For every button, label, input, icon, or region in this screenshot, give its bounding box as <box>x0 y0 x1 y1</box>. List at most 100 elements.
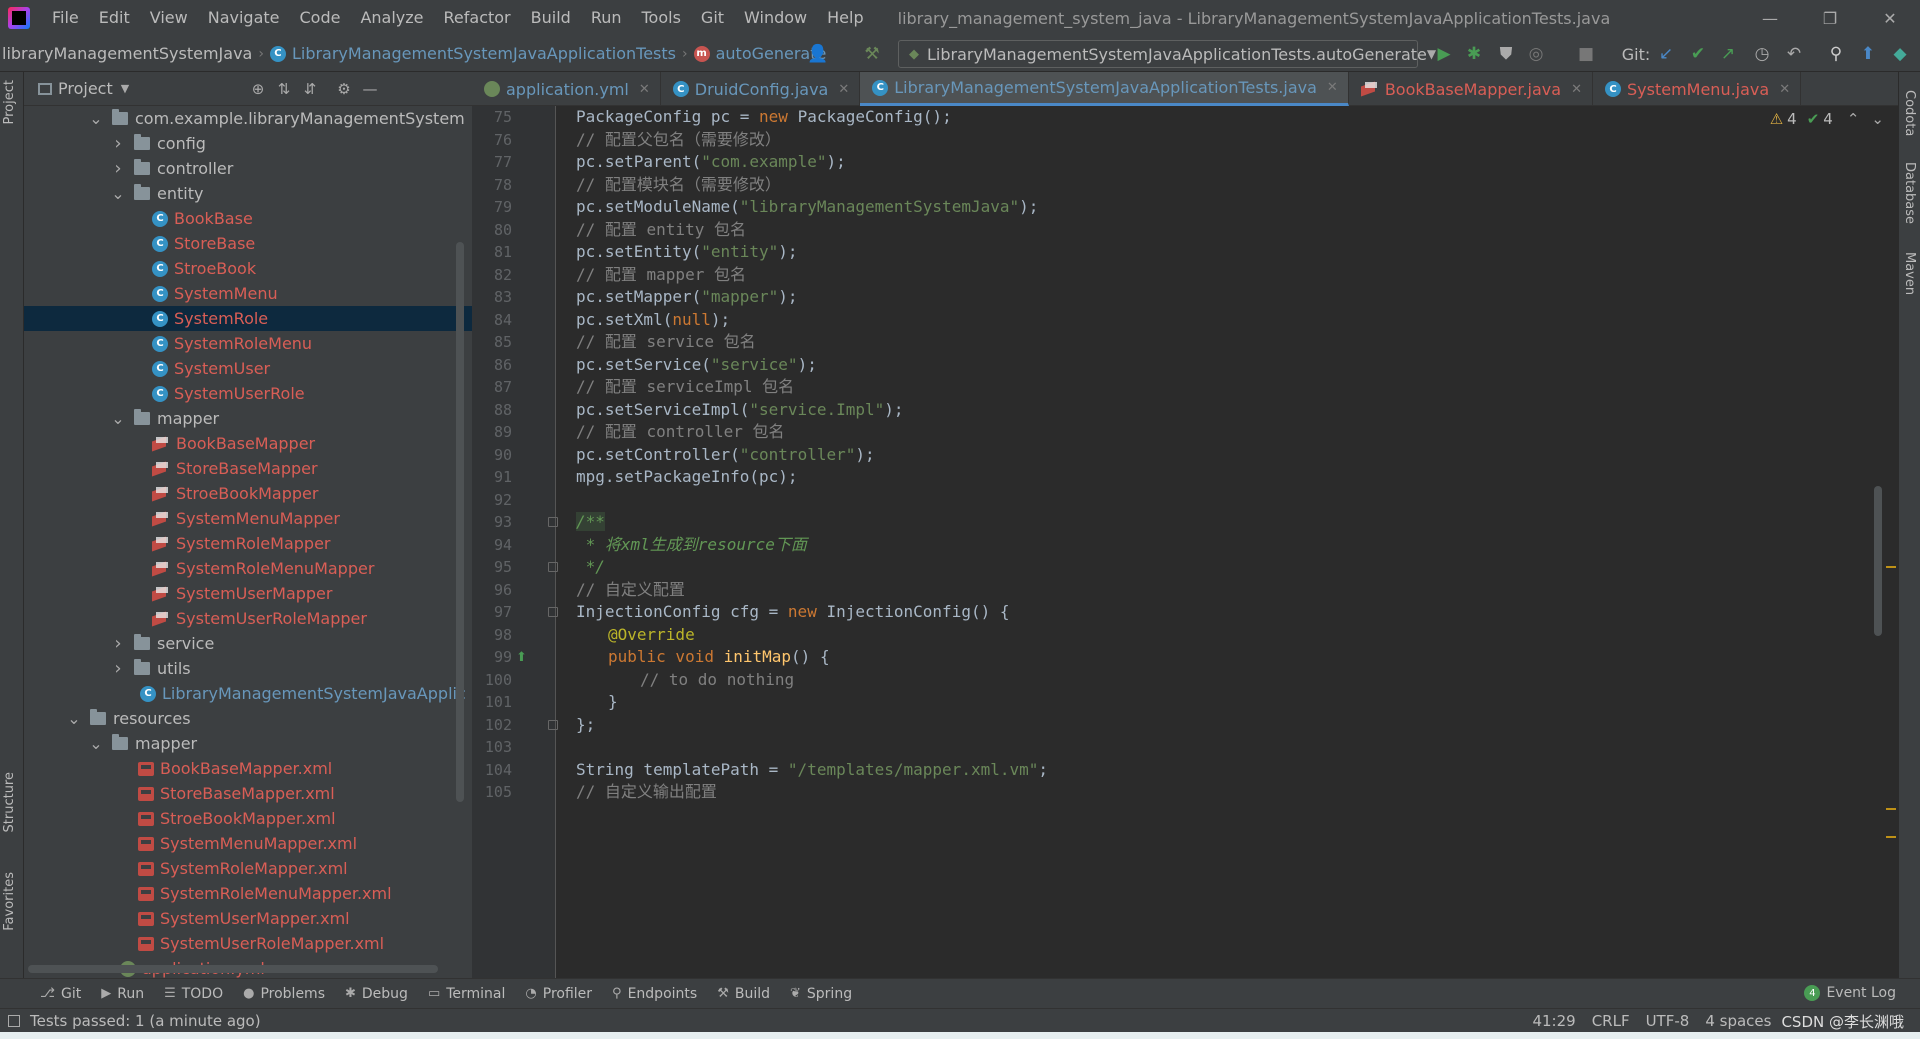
rollback-icon[interactable]: ↶ <box>1782 42 1806 66</box>
structure-tool-tab[interactable]: Structure <box>2 772 17 832</box>
chevron-right-icon[interactable]: › <box>112 158 124 179</box>
menu-navigate[interactable]: Navigate <box>198 0 290 36</box>
code-editor[interactable]: 75 76 77 78 79 80 81 82 83 84 85 86 87 88 89 90 91 92 93 94… <box>472 106 1898 978</box>
event-log-button[interactable]: 4 Event Log <box>1804 985 1896 1001</box>
tree-item[interactable]: StoreBaseMapper <box>24 456 472 481</box>
tool-tab-spring[interactable]: ❦ Spring <box>780 986 862 1002</box>
warning-mark[interactable] <box>1886 808 1896 810</box>
run-icon[interactable]: ▶ <box>1432 42 1456 66</box>
code-line[interactable]: }; <box>576 711 595 738</box>
restore-icon[interactable]: ❐ <box>1800 0 1860 36</box>
menu-run[interactable]: Run <box>581 0 632 36</box>
tree-item[interactable]: SystemRoleMapper.xml <box>24 856 472 881</box>
close-icon[interactable]: ✕ <box>1860 0 1920 36</box>
menu-code[interactable]: Code <box>290 0 351 36</box>
tree-horizontal-scrollbar[interactable] <box>28 965 438 973</box>
tree-item[interactable]: C StoreBase <box>24 231 472 256</box>
file-encoding[interactable]: UTF-8 <box>1646 1012 1690 1030</box>
tool-tab-todo[interactable]: ☰ TODO <box>154 986 233 1002</box>
tree-item[interactable]: ⌄ resources <box>24 706 472 731</box>
tool-tab-run[interactable]: ▶ Run <box>91 986 154 1002</box>
tree-item[interactable]: › service <box>24 631 472 656</box>
tree-item[interactable]: StroeBookMapper <box>24 481 472 506</box>
tree-item[interactable]: SystemRoleMenuMapper.xml <box>24 881 472 906</box>
menu-refactor[interactable]: Refactor <box>434 0 521 36</box>
chevron-right-icon[interactable]: › <box>112 133 124 154</box>
history-icon[interactable]: ◷ <box>1750 42 1774 66</box>
gear-icon[interactable]: ⚙ <box>334 79 354 99</box>
tree-item[interactable]: › utils <box>24 656 472 681</box>
code-line[interactable]: // to do nothing <box>640 666 794 693</box>
project-tool-tab[interactable]: Project <box>2 80 17 124</box>
code-area[interactable]: PackageConfig pc = new PackageConfig(); /… <box>576 106 1816 978</box>
editor-scrollbar[interactable] <box>1874 486 1882 636</box>
plugin-icon[interactable]: ◆ <box>1888 42 1912 66</box>
tree-item[interactable]: SystemUserMapper.xml <box>24 906 472 931</box>
tool-tab-build[interactable]: ⚒ Build <box>707 986 780 1002</box>
close-tab-icon[interactable]: ✕ <box>1779 82 1790 97</box>
tree-item[interactable]: C BookBase <box>24 206 472 231</box>
tree-item[interactable]: C LibraryManagementSystemJavaApplic <box>24 681 472 706</box>
tool-tab-problems[interactable]: ● Problems <box>233 986 335 1002</box>
chevron-right-icon[interactable]: › <box>112 633 124 654</box>
chevron-down-icon[interactable]: ⌄ <box>67 709 80 728</box>
run-configuration-select[interactable]: ◆ LibraryManagementSystemJavaApplication… <box>898 40 1436 68</box>
tree-item[interactable]: ⌄ mapper <box>24 731 472 756</box>
tree-item[interactable]: SystemUserMapper <box>24 581 472 606</box>
tool-tab-endpoints[interactable]: ⚲ Endpoints <box>602 986 707 1002</box>
line-separator[interactable]: CRLF <box>1592 1012 1630 1030</box>
tree-item[interactable]: ⌄ entity <box>24 181 472 206</box>
tree-item[interactable]: C SystemRole <box>24 306 472 331</box>
tree-item[interactable]: SystemUserRoleMapper <box>24 606 472 631</box>
error-stripe[interactable] <box>1884 106 1898 978</box>
stop-icon[interactable]: ■ <box>1574 42 1598 66</box>
close-tab-icon[interactable]: ✕ <box>1571 82 1582 97</box>
close-tab-icon[interactable]: ✕ <box>639 82 650 97</box>
tree-item[interactable]: StoreBaseMapper.xml <box>24 781 472 806</box>
menu-file[interactable]: File <box>42 0 89 36</box>
tree-item[interactable]: StroeBookMapper.xml <box>24 806 472 831</box>
warning-mark[interactable] <box>1886 836 1896 838</box>
editor-tab[interactable]: C LibraryManagementSystemJavaApplicationT… <box>860 72 1349 106</box>
minimize-icon[interactable]: — <box>1740 0 1800 36</box>
fold-marker-icon[interactable] <box>548 562 558 572</box>
code-line[interactable]: } <box>608 688 618 715</box>
status-toggle-icon[interactable] <box>8 1014 20 1027</box>
tool-tab-profiler[interactable]: ◔ Profiler <box>515 986 602 1002</box>
code-line[interactable]: // 自定义输出配置 <box>576 778 717 805</box>
tree-item[interactable]: ⌄ mapper <box>24 406 472 431</box>
search-icon[interactable]: ⚲ <box>1824 42 1848 66</box>
tree-item[interactable]: › config <box>24 131 472 156</box>
menu-tools[interactable]: Tools <box>632 0 691 36</box>
tree-item[interactable]: BookBaseMapper.xml <box>24 756 472 781</box>
chevron-down-icon[interactable]: ⌄ <box>111 184 124 203</box>
project-panel-title[interactable]: Project <box>58 79 113 98</box>
update-icon[interactable]: ⬆ <box>1856 42 1880 66</box>
warning-mark[interactable] <box>1886 566 1896 568</box>
editor-tab[interactable]: BookBaseMapper.java ✕ <box>1349 72 1593 106</box>
indent-setting[interactable]: 4 spaces <box>1705 1012 1771 1030</box>
chevron-down-icon[interactable]: ⌄ <box>89 109 102 128</box>
tree-item[interactable]: ⌄ com.example.libraryManagementSystem <box>24 106 472 131</box>
tree-item[interactable]: C SystemUser <box>24 356 472 381</box>
git-push-icon[interactable]: ↗ <box>1716 42 1740 66</box>
chevron-down-icon[interactable]: ⌄ <box>1871 110 1884 128</box>
maven-tool-tab[interactable]: Maven <box>1902 252 1917 295</box>
caret-position[interactable]: 41:29 <box>1532 1012 1575 1030</box>
breadcrumb-class[interactable]: C LibraryManagementSystemJavaApplicationT… <box>269 44 676 63</box>
fold-marker-icon[interactable] <box>548 607 558 617</box>
menu-window[interactable]: Window <box>734 0 817 36</box>
menu-help[interactable]: Help <box>817 0 873 36</box>
chevron-down-icon[interactable]: ⌄ <box>89 734 102 753</box>
collapse-all-icon[interactable]: ⇵ <box>300 79 320 99</box>
coverage-icon[interactable]: ⛊ <box>1494 42 1518 66</box>
codota-tool-tab[interactable]: Codota <box>1902 90 1917 136</box>
tree-item[interactable]: SystemMenuMapper <box>24 506 472 531</box>
tree-item[interactable]: SystemUserRoleMapper.xml <box>24 931 472 956</box>
close-tab-icon[interactable]: ✕ <box>838 82 849 97</box>
tree-item[interactable]: C SystemUserRole <box>24 381 472 406</box>
editor-tab[interactable]: application.yml ✕ <box>472 72 661 106</box>
user-icon[interactable]: 👤 <box>806 42 830 66</box>
tool-tab-git[interactable]: ⎇ Git <box>30 986 91 1002</box>
tree-item[interactable]: C SystemMenu <box>24 281 472 306</box>
